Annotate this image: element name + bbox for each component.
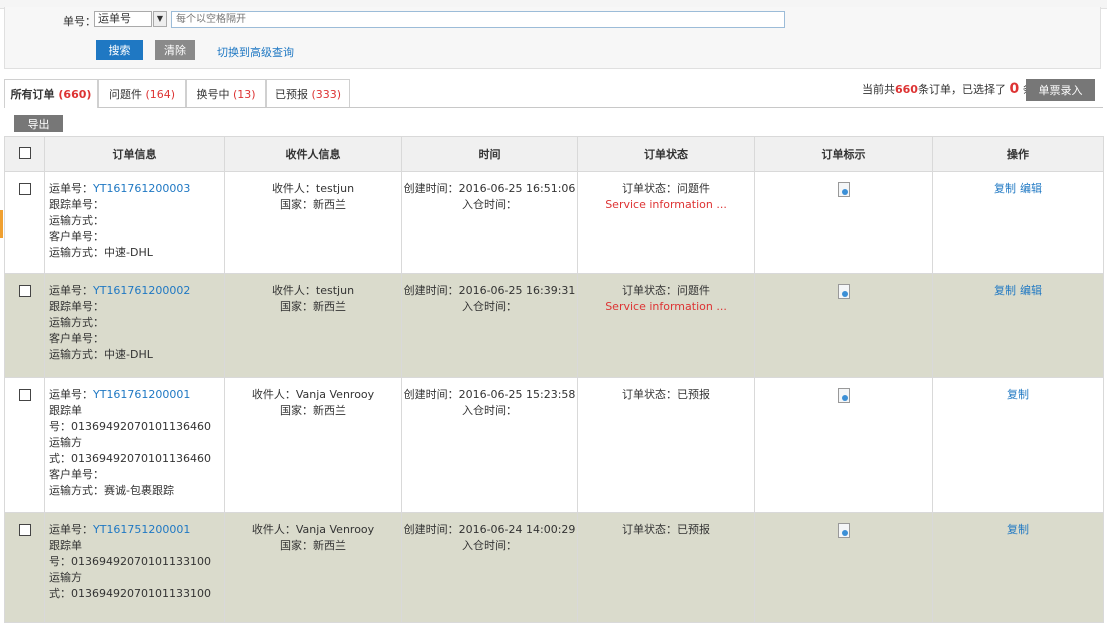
- tab-count: (164): [145, 88, 176, 101]
- tab-label: 换号中: [196, 88, 230, 101]
- mark-cell: [754, 273, 933, 378]
- waybill-link[interactable]: YT161751200001: [93, 523, 190, 536]
- actions-cell: 复制 编辑: [932, 273, 1104, 378]
- tab-count: (660): [58, 88, 92, 101]
- recipient-cell: 收件人：testjun 国家：新西兰: [224, 273, 402, 378]
- time-cell: 创建时间：2016-06-25 16:39:31 入仓时间：: [401, 273, 578, 378]
- edit-link[interactable]: 编辑: [1020, 284, 1042, 297]
- tab-changing-number[interactable]: 换号中 (13): [186, 79, 266, 107]
- waybill-link[interactable]: YT161761200003: [93, 182, 190, 195]
- document-icon[interactable]: [837, 182, 850, 197]
- document-icon[interactable]: [837, 284, 850, 299]
- select-all-cell: [4, 136, 45, 172]
- document-icon[interactable]: [837, 523, 850, 538]
- table-row: 运单号：YT161761200002 跟踪单号： 运输方式： 客户单号： 运输方…: [4, 273, 1104, 378]
- order-info-cell: 运单号：YT161751200001 跟踪单 号：013694920701011…: [44, 512, 225, 623]
- tab-count: (333): [311, 88, 342, 101]
- table-header-row: 订单信息 收件人信息 时间 订单状态 订单标示 操作: [4, 136, 1104, 172]
- row-checkbox[interactable]: [18, 524, 31, 536]
- header-recipient-info: 收件人信息: [224, 136, 402, 172]
- row-checkbox[interactable]: [18, 389, 31, 401]
- clear-button[interactable]: 清除: [155, 40, 195, 60]
- tab-label: 问题件: [108, 88, 142, 101]
- status-cell: 订单状态：问题件 Service information ...: [577, 171, 755, 274]
- recipient-cell: 收件人：Vanja Venrooy 国家：新西兰: [224, 512, 402, 623]
- time-cell: 创建时间：2016-06-25 15:23:58 入仓时间：: [401, 377, 578, 513]
- select-all-checkbox[interactable]: [18, 146, 31, 159]
- tab-label: 所有订单: [10, 88, 55, 101]
- header-actions: 操作: [932, 136, 1104, 172]
- document-icon[interactable]: [837, 388, 850, 403]
- actions-cell: 复制 编辑: [932, 171, 1104, 274]
- time-cell: 创建时间：2016-06-24 14:00:29 入仓时间：: [401, 512, 578, 623]
- orders-table: 订单信息 收件人信息 时间 订单状态 订单标示 操作 运单号：YT1617612…: [4, 136, 1104, 623]
- search-button[interactable]: 搜索: [96, 40, 143, 60]
- copy-link[interactable]: 复制: [1007, 523, 1029, 536]
- table-row: 运单号：YT161751200001 跟踪单 号：013694920701011…: [4, 512, 1104, 623]
- copy-link[interactable]: 复制: [994, 284, 1016, 297]
- table-row: 运单号：YT161761200001 跟踪单 号：013694920701011…: [4, 377, 1104, 513]
- actions-cell: 复制: [932, 377, 1104, 513]
- mark-cell: [754, 377, 933, 513]
- order-info-cell: 运单号：YT161761200002 跟踪单号： 运输方式： 客户单号： 运输方…: [44, 273, 225, 378]
- status-cell: 订单状态：已预报: [577, 512, 755, 623]
- copy-link[interactable]: 复制: [994, 182, 1016, 195]
- number-type-select[interactable]: 运单号: [94, 11, 152, 27]
- header-order-info: 订单信息: [44, 136, 225, 172]
- single-entry-button[interactable]: 单票录入: [1026, 79, 1095, 101]
- order-number-label: 单号：: [63, 15, 96, 28]
- mark-cell: [754, 171, 933, 274]
- order-summary: 当前共660条订单，已选择了 0 条: [862, 81, 1034, 97]
- waybill-link[interactable]: YT161761200001: [93, 388, 190, 401]
- search-panel: 单号： 运单号 ▼ 搜索 清除 切换到高级查询: [4, 7, 1101, 69]
- recipient-cell: 收件人：testjun 国家：新西兰: [224, 171, 402, 274]
- header-time: 时间: [401, 136, 578, 172]
- advanced-search-link[interactable]: 切换到高级查询: [217, 44, 294, 60]
- status-cell: 订单状态：已预报: [577, 377, 755, 513]
- order-info-cell: 运单号：YT161761200003 跟踪单号： 运输方式： 客户单号： 运输方…: [44, 171, 225, 274]
- header-order-mark: 订单标示: [754, 136, 933, 172]
- copy-link[interactable]: 复制: [1007, 388, 1029, 401]
- chevron-down-icon[interactable]: ▼: [153, 11, 167, 27]
- actions-cell: 复制: [932, 512, 1104, 623]
- waybill-link[interactable]: YT161761200002: [93, 284, 190, 297]
- edit-link[interactable]: 编辑: [1020, 182, 1042, 195]
- status-cell: 订单状态：问题件 Service information ...: [577, 273, 755, 378]
- selected-count: 0: [1009, 81, 1020, 97]
- order-info-cell: 运单号：YT161761200001 跟踪单 号：013694920701011…: [44, 377, 225, 513]
- tab-label: 已预报: [274, 88, 308, 101]
- time-cell: 创建时间：2016-06-25 16:51:06 入仓时间：: [401, 171, 578, 274]
- tab-forecasted[interactable]: 已预报 (333): [266, 79, 350, 107]
- header-order-status: 订单状态: [577, 136, 755, 172]
- export-button[interactable]: 导出: [14, 115, 63, 132]
- row-checkbox[interactable]: [18, 285, 31, 297]
- order-number-input[interactable]: [171, 11, 785, 28]
- total-count: 660: [895, 83, 918, 96]
- table-row: 运单号：YT161761200003 跟踪单号： 运输方式： 客户单号： 运输方…: [4, 171, 1104, 274]
- left-edge-marker: [0, 210, 3, 238]
- row-checkbox[interactable]: [18, 183, 31, 195]
- tab-all-orders[interactable]: 所有订单 (660): [4, 79, 98, 108]
- tab-count: (13): [232, 88, 256, 101]
- mark-cell: [754, 512, 933, 623]
- tab-problem-orders[interactable]: 问题件 (164): [98, 79, 186, 107]
- recipient-cell: 收件人：Vanja Venrooy 国家：新西兰: [224, 377, 402, 513]
